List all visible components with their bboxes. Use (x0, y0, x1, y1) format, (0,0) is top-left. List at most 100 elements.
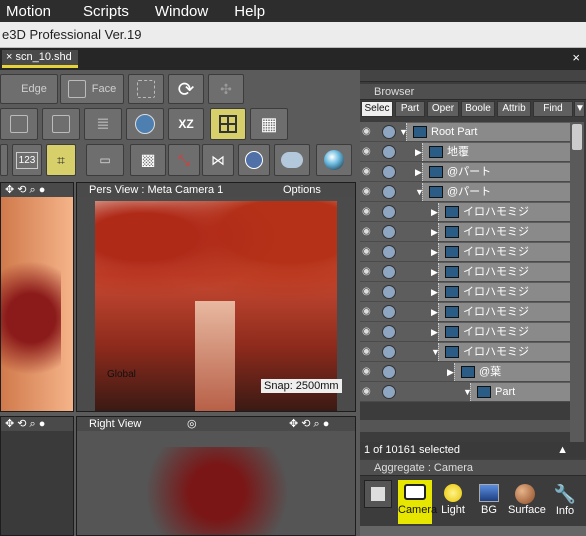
visibility-eye-icon[interactable]: ◉ (362, 386, 376, 398)
tree-node[interactable]: ▶ イロハモミジ (431, 263, 570, 281)
navigate-icon[interactable]: ✥ ⟲ ⌕ ● (5, 418, 45, 430)
aggregate-camera[interactable]: Camera (398, 480, 437, 524)
refresh-button[interactable]: ⟳ (168, 74, 204, 104)
tree-row[interactable]: ◉ ▼ Part (360, 382, 570, 402)
visibility-eye-icon[interactable]: ◉ (362, 346, 376, 358)
tab-close-icon[interactable]: × (6, 51, 12, 63)
expand-triangle-icon[interactable]: ▶ (431, 223, 438, 241)
browser-tab-oper[interactable]: Oper (427, 101, 459, 117)
tree-node[interactable]: ▶ イロハモミジ (431, 243, 570, 261)
collapse-triangle-icon[interactable]: ▼ (431, 343, 440, 361)
expand-up-icon[interactable]: ▲ (557, 442, 568, 458)
tree-node[interactable]: ▶ イロハモミジ (431, 283, 570, 301)
tree-node[interactable]: ▶ @葉 (447, 363, 570, 381)
expand-triangle-icon[interactable]: ▶ (431, 263, 438, 281)
visibility-eye-icon[interactable]: ◉ (362, 166, 376, 178)
visibility-eye-icon[interactable]: ◉ (362, 286, 376, 298)
lock-dot-icon[interactable] (382, 305, 396, 319)
tree-node[interactable]: ▼ Part (463, 383, 570, 401)
lock-dot-icon[interactable] (382, 245, 396, 259)
visibility-eye-icon[interactable]: ◉ (362, 246, 376, 258)
browser-tab-find[interactable]: Find (533, 101, 573, 117)
front-view-viewport[interactable]: ✥ ⟲ ⌕ ● (0, 416, 74, 536)
cube-solid-button[interactable] (42, 108, 80, 140)
expand-triangle-icon[interactable]: ▶ (431, 283, 438, 301)
aggregate-bg[interactable]: BG (472, 480, 506, 524)
browser-tab-part[interactable]: Part (395, 101, 425, 117)
lock-dot-icon[interactable] (382, 365, 396, 379)
lock-dot-icon[interactable] (382, 145, 396, 159)
ruler-button[interactable]: ⌗ (46, 144, 76, 176)
tree-node[interactable]: ▶ イロハモミジ (431, 303, 570, 321)
tree-hscrollbar[interactable] (360, 420, 570, 432)
move-icon[interactable]: ✥ ⟲ ⌕ ● (5, 184, 45, 196)
browser-header[interactable]: Browser (360, 84, 586, 100)
tree-row[interactable]: ◉ ▶ イロハモミジ (360, 282, 570, 302)
face-mode-button[interactable]: Face (60, 74, 124, 104)
tree-row[interactable]: ◉ ▶ イロハモミジ (360, 242, 570, 262)
render-sphere-button[interactable] (316, 144, 352, 176)
scroll-thumb[interactable] (572, 124, 582, 150)
numeric-button[interactable]: 123 (12, 144, 42, 176)
tree-row[interactable]: ◉ ▶ @葉 (360, 362, 570, 382)
document-tab[interactable]: × scn_10.shd (2, 50, 78, 68)
window-close-icon[interactable]: × (572, 50, 580, 65)
sphere-grid-button[interactable] (238, 144, 270, 176)
aggregate-surface[interactable]: Surface (508, 480, 546, 524)
lock-dot-icon[interactable] (382, 385, 396, 399)
tree-row[interactable]: ◉ ▶ イロハモミジ (360, 222, 570, 242)
lock-dot-icon[interactable] (382, 165, 396, 179)
aggregate-light[interactable]: Light (436, 480, 470, 524)
right-view-title[interactable]: Right View (89, 418, 141, 430)
lock-dot-icon[interactable] (382, 225, 396, 239)
perspective-viewport[interactable]: Pers View : Meta Camera 1 Options Global… (76, 182, 356, 412)
browser-tab-selec[interactable]: Selec (361, 101, 393, 117)
globe-button[interactable] (126, 108, 164, 140)
visibility-eye-icon[interactable]: ◉ (362, 326, 376, 338)
tree-row[interactable]: ◉ ▼ Root Part (360, 122, 570, 142)
panel-grip[interactable] (360, 70, 586, 82)
tree-row[interactable]: ◉ ▶ イロハモミジ (360, 202, 570, 222)
xz-plane-button[interactable]: XZ (168, 108, 204, 140)
top-view-viewport[interactable]: ✥ ⟲ ⌕ ● (0, 182, 74, 412)
tree-scrollbar[interactable] (570, 122, 584, 446)
tree-row[interactable]: ◉ ▼ イロハモミジ (360, 342, 570, 362)
collapse-triangle-icon[interactable]: ▼ (399, 123, 408, 141)
menu-window[interactable]: Window (155, 3, 208, 20)
cloud-button[interactable] (274, 144, 310, 176)
options-label[interactable]: Options (283, 183, 321, 197)
scatter-button[interactable]: ✣ (208, 74, 244, 104)
tree-row[interactable]: ◉ ▼ @パート (360, 182, 570, 202)
expand-triangle-icon[interactable]: ▶ (415, 143, 422, 161)
visibility-eye-icon[interactable]: ◉ (362, 126, 376, 138)
tree-row[interactable]: ◉ ▶ @パート (360, 162, 570, 182)
mesh-button[interactable]: ▩ (130, 144, 166, 176)
tree-node[interactable]: ▼ Root Part (399, 123, 570, 141)
tree-node[interactable]: ▼ @パート (415, 183, 570, 201)
curve-button[interactable]: ⋈ (202, 144, 234, 176)
visibility-eye-icon[interactable]: ◉ (362, 186, 376, 198)
lock-dot-icon[interactable] (382, 205, 396, 219)
tree-node[interactable]: ▶ イロハモミジ (431, 203, 570, 221)
browser-tab-attrib[interactable]: Attrib (497, 101, 531, 117)
perspective-title[interactable]: Pers View : Meta Camera 1 (89, 184, 223, 196)
lock-dot-icon[interactable] (382, 185, 396, 199)
visibility-eye-icon[interactable]: ◉ (362, 306, 376, 318)
view-tools-icon[interactable]: ✥ ⟲ ⌕ ● (289, 417, 329, 431)
right-view-viewport[interactable]: Right View ◎ ✥ ⟲ ⌕ ● (76, 416, 356, 536)
tree-node[interactable]: ▶ イロハモミジ (431, 323, 570, 341)
tree-node[interactable]: ▶ 地覆 (415, 143, 570, 161)
tree-row[interactable]: ◉ ▶ 地覆 (360, 142, 570, 162)
edge-mode-button[interactable]: Edge (0, 74, 58, 104)
menu-help[interactable]: Help (234, 3, 265, 20)
quad-view-button[interactable] (210, 108, 246, 140)
target-icon[interactable]: ◎ (187, 417, 197, 431)
expand-triangle-icon[interactable]: ▶ (431, 303, 438, 321)
browser-tab-boole[interactable]: Boole (461, 101, 495, 117)
visibility-eye-icon[interactable]: ◉ (362, 146, 376, 158)
collapse-triangle-icon[interactable]: ▼ (463, 383, 472, 401)
lock-dot-icon[interactable] (382, 265, 396, 279)
menu-scripts[interactable]: Scripts (83, 3, 129, 20)
tree-row[interactable]: ◉ ▶ イロハモミジ (360, 262, 570, 282)
collapse-triangle-icon[interactable]: ▼ (415, 183, 424, 201)
